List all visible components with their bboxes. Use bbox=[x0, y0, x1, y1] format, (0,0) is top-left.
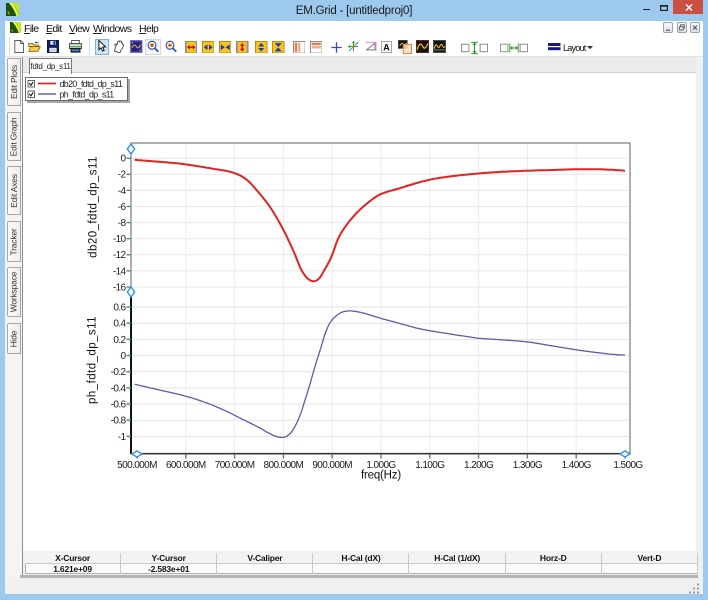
svg-text:-4: -4 bbox=[118, 186, 127, 197]
svg-text:0: 0 bbox=[121, 351, 127, 362]
svg-text:900.000M: 900.000M bbox=[312, 460, 352, 471]
svg-text:1.100G: 1.100G bbox=[415, 460, 445, 471]
svg-text:1.500G: 1.500G bbox=[613, 460, 643, 471]
svg-text:1.400G: 1.400G bbox=[562, 460, 592, 471]
svg-text:800.000M: 800.000M bbox=[264, 460, 304, 471]
svg-text:1.300G: 1.300G bbox=[513, 460, 543, 471]
svg-text:700.000M: 700.000M bbox=[215, 460, 255, 471]
svg-text:db20_fdtd_dp_s11: db20_fdtd_dp_s11 bbox=[88, 156, 100, 258]
svg-text:-1: -1 bbox=[118, 432, 127, 443]
svg-text:0.2: 0.2 bbox=[113, 335, 126, 346]
svg-text:500.000M: 500.000M bbox=[117, 460, 157, 471]
svg-text:-6: -6 bbox=[118, 202, 127, 213]
svg-text:-2: -2 bbox=[118, 170, 127, 181]
svg-text:-12: -12 bbox=[113, 250, 127, 261]
svg-text:-14: -14 bbox=[113, 266, 127, 277]
svg-text:ph_fdtd_dp_s11: ph_fdtd_dp_s11 bbox=[87, 316, 99, 404]
svg-text:-8: -8 bbox=[118, 218, 127, 229]
svg-text:-0.4: -0.4 bbox=[111, 383, 127, 394]
svg-text:-10: -10 bbox=[113, 234, 127, 245]
svg-text:1.200G: 1.200G bbox=[464, 460, 494, 471]
svg-text:0.4: 0.4 bbox=[113, 319, 126, 330]
svg-text:-0.6: -0.6 bbox=[111, 399, 127, 410]
svg-text:db20_fdtd_dp_s11: db20_fdtd_dp_s11 bbox=[60, 79, 123, 89]
svg-text:ph_fdtd_dp_s11: ph_fdtd_dp_s11 bbox=[60, 90, 115, 100]
svg-text:0: 0 bbox=[121, 154, 127, 165]
svg-text:-16: -16 bbox=[113, 282, 127, 293]
svg-text:600.000M: 600.000M bbox=[166, 460, 206, 471]
svg-text:freq(Hz): freq(Hz) bbox=[361, 470, 401, 482]
svg-text:-0.8: -0.8 bbox=[111, 416, 127, 427]
svg-text:0.6: 0.6 bbox=[113, 302, 126, 313]
svg-text:-0.2: -0.2 bbox=[111, 367, 127, 378]
